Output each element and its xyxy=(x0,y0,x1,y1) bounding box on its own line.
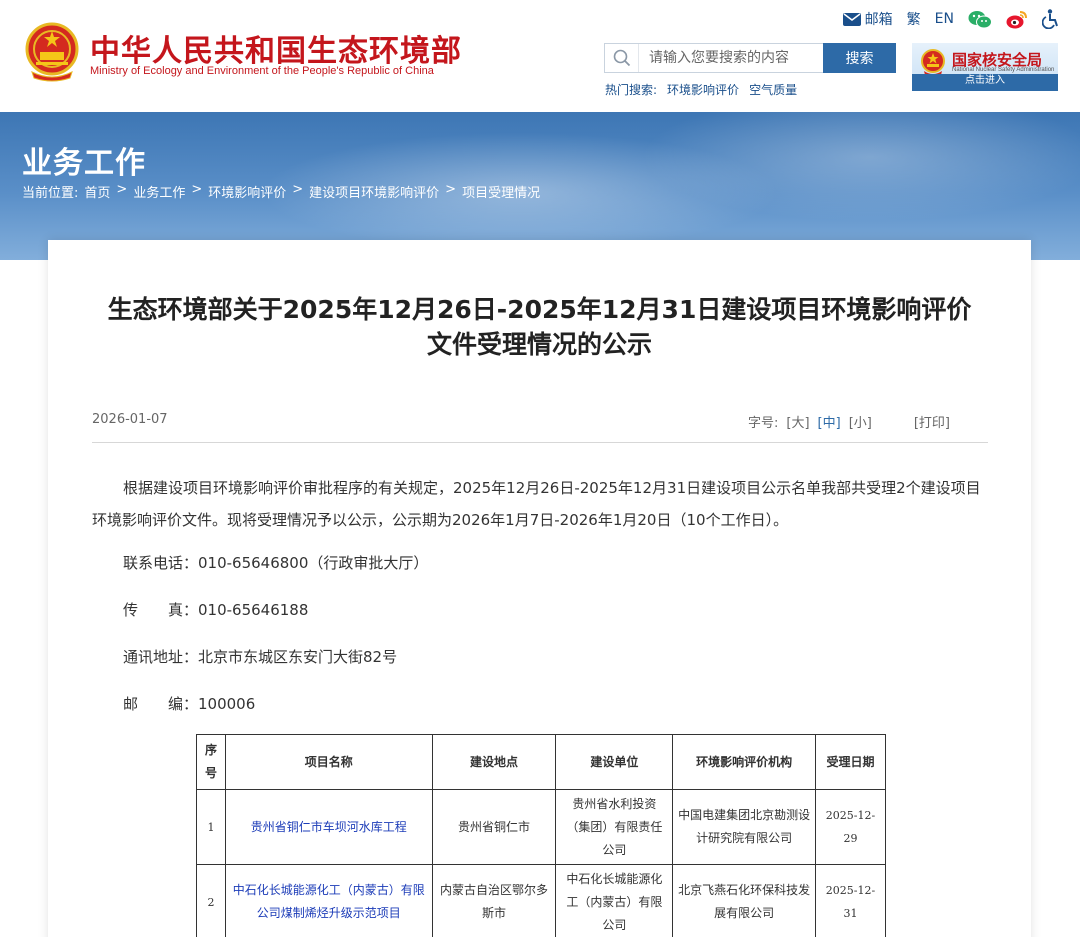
weibo-icon xyxy=(1006,10,1027,28)
site-title-en[interactable]: Ministry of Ecology and Environment of t… xyxy=(90,65,434,77)
breadcrumb-project-eia[interactable]: 建设项目环境影响评价 xyxy=(309,182,439,201)
breadcrumb: 当前位置: 首页 > 业务工作 > 环境影响评价 > 建设项目环境影响评价 > … xyxy=(22,182,540,201)
acceptance-date: 2025-12-29 xyxy=(815,789,886,865)
nnsa-enter-label: 点击进入 xyxy=(912,74,1058,88)
table-header-row: 序号 项目名称 建设地点 建设单位 环境影响评价机构 受理日期 xyxy=(196,734,886,790)
hot-searches: 热门搜索: 环境影响评价 空气质量 xyxy=(605,81,797,98)
font-medium-button[interactable]: [中] xyxy=(818,412,841,431)
breadcrumb-separator: > xyxy=(292,182,304,197)
project-builder: 中石化长城能源化工（内蒙古）有限公司 xyxy=(555,864,674,937)
breadcrumb-separator: > xyxy=(116,182,128,197)
acceptance-date: 2025-12-31 xyxy=(815,864,886,937)
wechat-icon xyxy=(968,10,992,28)
breadcrumb-separator: > xyxy=(445,182,457,197)
hot-search-label: 热门搜索: xyxy=(605,83,658,97)
english-link[interactable]: EN xyxy=(935,11,954,27)
table-row: 2 中石化长城能源化工（内蒙古）有限公司煤制烯烃升级示范项目 内蒙古自治区鄂尔多… xyxy=(196,864,886,937)
table-header: 项目名称 xyxy=(224,734,433,790)
article-meta: 2026-01-07 字号: [大] [中] [小] [打印] xyxy=(92,410,988,443)
national-emblem-icon[interactable] xyxy=(24,22,80,82)
table-row: 1 贵州省铜仁市车坝河水库工程 贵州省铜仁市 贵州省水利投资（集团）有限责任公司… xyxy=(196,789,886,865)
breadcrumb-eia[interactable]: 环境影响评价 xyxy=(208,182,286,201)
hot-search-item[interactable]: 环境影响评价 xyxy=(667,81,739,98)
national-emblem-icon xyxy=(921,49,945,77)
article-title-line: 文件受理情况的公示 xyxy=(426,330,652,359)
top-links: 邮箱 繁 EN xyxy=(829,8,1060,30)
font-large-button[interactable]: [大] xyxy=(786,412,809,431)
project-name-link[interactable]: 贵州省铜仁市车坝河水库工程 xyxy=(224,789,433,865)
project-name-link[interactable]: 中石化长城能源化工（内蒙古）有限公司煤制烯烃升级示范项目 xyxy=(224,864,433,937)
table-header: 环境影响评价机构 xyxy=(672,734,817,790)
article-card: 生态环境部关于2025年12月26日-2025年12月31日建设项目环境影响评价… xyxy=(48,240,1031,937)
breadcrumb-business-work[interactable]: 业务工作 xyxy=(133,182,185,201)
eia-agency: 北京飞燕石化环保科技发展有限公司 xyxy=(672,864,817,937)
search-input[interactable] xyxy=(639,44,819,72)
article-title: 生态环境部关于2025年12月26日-2025年12月31日建设项目环境影响评价… xyxy=(48,292,1031,362)
traditional-chinese-link[interactable]: 繁 xyxy=(907,9,921,29)
row-number: 2 xyxy=(196,864,226,937)
nnsa-banner-link[interactable]: 国家核安全局 National Nuclear Safety Administr… xyxy=(912,43,1058,91)
accessibility-link[interactable] xyxy=(1042,9,1060,29)
table-header: 受理日期 xyxy=(815,734,886,790)
publish-date: 2026-01-07 xyxy=(92,412,168,427)
project-location: 内蒙古自治区鄂尔多斯市 xyxy=(431,864,557,937)
site-header: 中华人民共和国生态环境部 Ministry of Ecology and Env… xyxy=(0,0,1080,112)
weibo-link[interactable] xyxy=(1006,10,1028,29)
search-box xyxy=(604,43,823,73)
font-size-controls: 字号: [大] [中] [小] [打印] xyxy=(748,412,950,431)
font-size-label: 字号: xyxy=(747,416,779,431)
wechat-link[interactable] xyxy=(968,10,992,29)
table-header: 建设单位 xyxy=(555,734,674,790)
contact-address: 通讯地址：北京市东城区东安门大街82号 xyxy=(123,648,398,666)
mail-label: 邮箱 xyxy=(864,12,893,28)
table-header: 建设地点 xyxy=(431,734,557,790)
eia-agency: 中国电建集团北京勘测设计研究院有限公司 xyxy=(672,789,817,865)
project-builder: 贵州省水利投资（集团）有限责任公司 xyxy=(555,789,674,865)
breadcrumb-label: 当前位置: xyxy=(22,186,79,201)
print-button[interactable]: [打印] xyxy=(914,412,950,431)
breadcrumb-home[interactable]: 首页 xyxy=(84,182,110,201)
font-small-button[interactable]: [小] xyxy=(849,412,872,431)
accessibility-icon xyxy=(1042,9,1058,29)
project-location: 贵州省铜仁市 xyxy=(431,789,557,865)
section-banner: 业务工作 当前位置: 首页 > 业务工作 > 环境影响评价 > 建设项目环境影响… xyxy=(0,112,1080,260)
nnsa-subtitle: National Nuclear Safety Administration xyxy=(952,67,1055,73)
article-paragraph: 根据建设项目环境影响评价审批程序的有关规定，2025年12月26日-2025年1… xyxy=(92,479,981,529)
mail-link[interactable]: 邮箱 xyxy=(842,9,893,29)
search-button[interactable]: 搜索 xyxy=(823,43,896,73)
row-number: 1 xyxy=(196,789,226,865)
breadcrumb-separator: > xyxy=(191,182,203,197)
contact-phone: 联系电话：010-65646800（行政审批大厅） xyxy=(123,554,429,572)
article-title-line: 生态环境部关于2025年12月26日-2025年12月31日建设项目环境影响评价 xyxy=(107,295,972,324)
contact-fax: 传 真：010-65646188 xyxy=(123,601,309,619)
mail-icon xyxy=(842,12,861,26)
site-title-cn[interactable]: 中华人民共和国生态环境部 xyxy=(90,26,462,70)
contact-postcode: 邮 编：100006 xyxy=(123,695,256,713)
section-title: 业务工作 xyxy=(22,146,146,181)
hot-search-item[interactable]: 空气质量 xyxy=(749,81,797,98)
search-icon[interactable] xyxy=(605,44,639,72)
table-header: 序号 xyxy=(196,734,226,790)
breadcrumb-current[interactable]: 项目受理情况 xyxy=(462,182,540,201)
project-table: 序号 项目名称 建设地点 建设单位 环境影响评价机构 受理日期 1 贵州省铜仁市… xyxy=(196,734,886,937)
